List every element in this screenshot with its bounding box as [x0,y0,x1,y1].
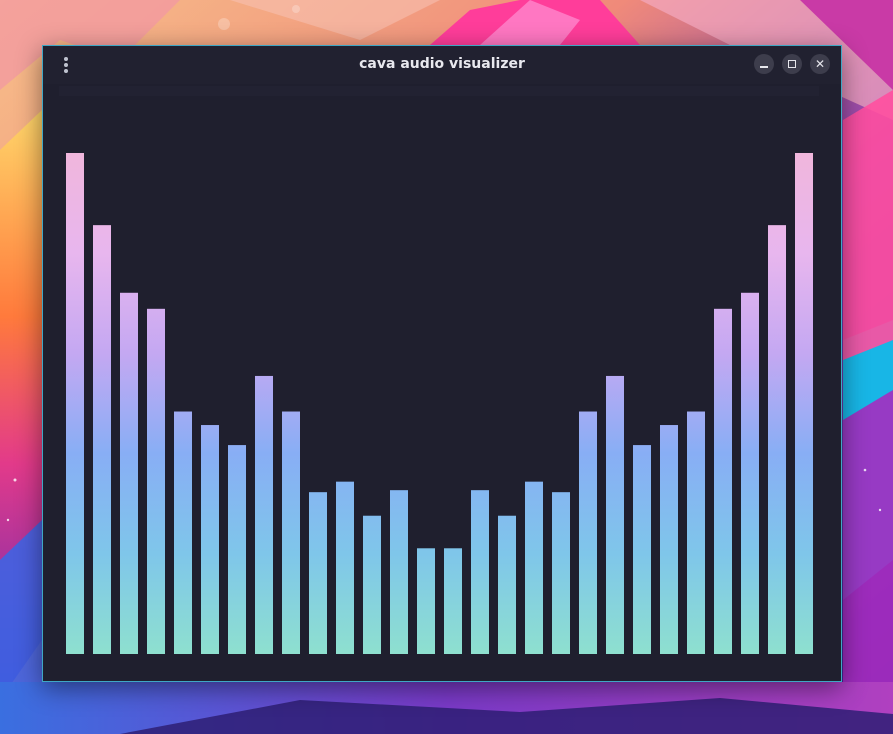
close-icon: ✕ [814,57,826,71]
kebab-menu-icon[interactable] [57,55,75,75]
cava-window: cava audio visualizer ✕ [42,45,842,682]
maximize-button[interactable] [782,54,802,74]
minimize-button[interactable] [754,54,774,74]
visualizer-bar-11 [336,481,354,654]
visualizer-bar-24 [687,411,705,654]
visualizer-bar-20 [579,411,597,654]
visualizer-bar-10 [309,492,327,654]
visualizer-bar-22 [633,445,651,654]
visualizer-bar-9 [282,411,300,654]
visualizer-bar-16 [471,490,489,654]
visualizer-bar-27 [768,225,786,655]
visualizer-bar-3 [120,292,138,654]
visualizer-bar-18 [525,481,543,654]
visualizer-bar-19 [552,492,570,654]
visualizer-bar-8 [255,375,273,654]
visualizer-bar-6 [201,425,219,654]
visualizer-bar-26 [741,292,759,654]
visualizer-bar-12 [363,515,381,654]
maximize-icon [788,60,796,68]
visualizer-bar-21 [606,375,624,654]
visualizer-bar-7 [228,445,246,654]
visualizer-bar-17 [498,515,516,654]
visualizer-bar-15 [444,548,462,654]
visualizer-bar-25 [714,308,732,654]
visualizer-bar-5 [174,411,192,654]
visualizer-area [43,84,841,681]
visualizer-bar-13 [390,490,408,654]
titlebar[interactable]: cava audio visualizer ✕ [43,46,841,84]
bar-visualizer [66,153,813,655]
visualizer-bar-1 [66,153,84,654]
minimize-icon [760,66,768,68]
visualizer-bar-4 [147,308,165,654]
window-title: cava audio visualizer [359,56,525,72]
visualizer-bar-14 [417,548,435,654]
visualizer-bar-23 [660,425,678,654]
visualizer-bar-28 [795,153,813,654]
close-button[interactable]: ✕ [810,54,830,74]
visualizer-bar-2 [93,225,111,655]
